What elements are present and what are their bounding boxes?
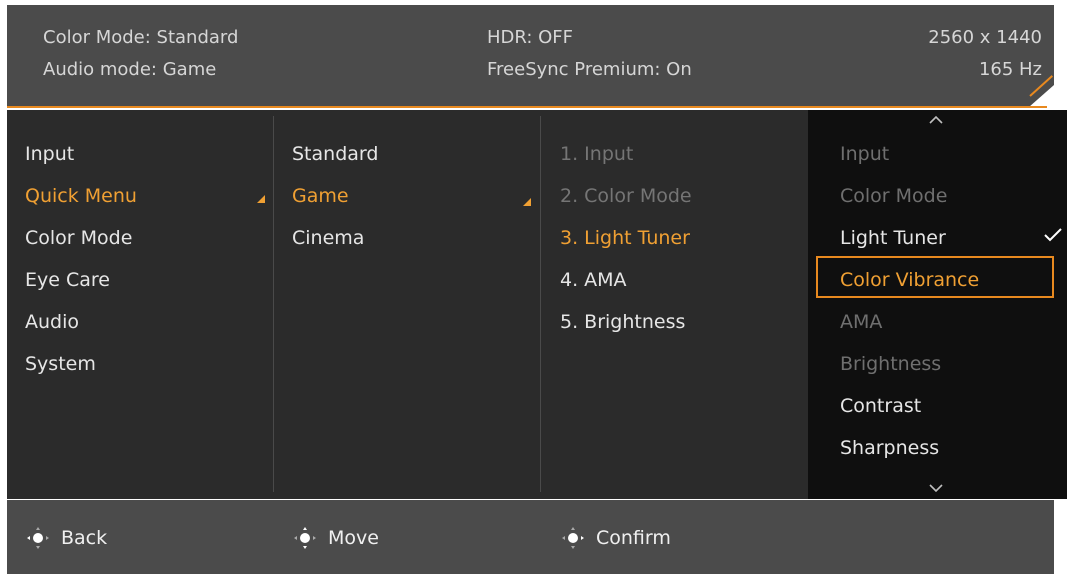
submenu-arrow-icon [523, 198, 531, 206]
confirm-hint[interactable]: Confirm [560, 525, 671, 551]
joystick-left-icon [25, 525, 51, 551]
option-color-mode[interactable]: Color Mode [840, 184, 947, 208]
move-label: Move [328, 527, 379, 549]
joystick-right-icon [560, 525, 586, 551]
option-sharpness[interactable]: Sharpness [840, 436, 939, 460]
option-ama[interactable]: AMA [840, 310, 882, 334]
slot-3-light-tuner[interactable]: 3. Light Tuner [560, 226, 690, 250]
audio-mode-status: Audio mode: Game [43, 59, 217, 80]
menu-item-audio[interactable]: Audio [25, 310, 79, 334]
chevron-up-icon[interactable] [928, 110, 944, 129]
menu-item-eye-care[interactable]: Eye Care [25, 268, 110, 292]
chevron-down-icon[interactable] [928, 478, 944, 497]
quick-menu-standard[interactable]: Standard [292, 142, 378, 166]
slot-1-input[interactable]: 1. Input [560, 142, 633, 166]
move-hint[interactable]: Move [292, 525, 379, 551]
refresh-status: 165 Hz [978, 59, 1042, 80]
menu-item-color-mode[interactable]: Color Mode [25, 226, 132, 250]
option-list: Input Color Mode Light Tuner Color Vibra… [808, 110, 1067, 499]
option-light-tuner[interactable]: Light Tuner [840, 226, 946, 250]
menu-item-quick-menu[interactable]: Quick Menu [25, 184, 137, 208]
option-brightness[interactable]: Brightness [840, 352, 941, 376]
slot-4-ama[interactable]: 4. AMA [560, 268, 627, 292]
status-header: Color Mode: Standard Audio mode: Game HD… [7, 5, 1054, 107]
option-contrast[interactable]: Contrast [840, 394, 921, 418]
hdr-status: HDR: OFF [487, 27, 574, 48]
option-color-vibrance[interactable]: Color Vibrance [840, 268, 979, 292]
quick-menu-cinema[interactable]: Cinema [292, 226, 364, 250]
header-divider [7, 106, 1047, 108]
quick-menu-game[interactable]: Game [292, 184, 349, 208]
osd-menu: Input Quick Menu Color Mode Eye Care Aud… [7, 110, 1067, 499]
checkmark-icon [1044, 223, 1062, 247]
resolution-status: 2560 x 1440 [928, 27, 1042, 48]
back-hint[interactable]: Back [25, 525, 107, 551]
slot-5-brightness[interactable]: 5. Brightness [560, 310, 685, 334]
menu-item-input[interactable]: Input [25, 142, 74, 166]
freesync-status: FreeSync Premium: On [487, 59, 692, 80]
color-mode-status: Color Mode: Standard [43, 27, 239, 48]
column-divider [273, 116, 274, 492]
confirm-label: Confirm [596, 527, 671, 549]
submenu-arrow-icon [257, 195, 265, 203]
back-label: Back [61, 527, 108, 549]
menu-item-system[interactable]: System [25, 352, 96, 376]
joystick-updown-icon [292, 525, 318, 551]
column-divider [540, 116, 541, 492]
slot-2-color-mode[interactable]: 2. Color Mode [560, 184, 692, 208]
footer-bar: Back Move Confirm [7, 500, 1054, 574]
option-input[interactable]: Input [840, 142, 889, 166]
